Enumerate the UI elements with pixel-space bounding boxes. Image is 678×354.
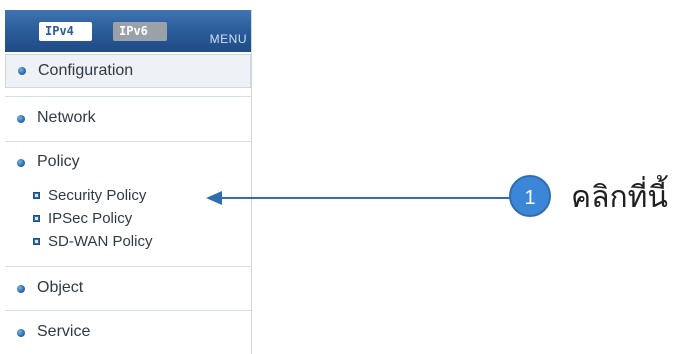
sidebar-item-label: Object [37, 279, 84, 296]
sidebar-item-service[interactable]: Service [5, 322, 251, 348]
sidebar-item-configuration[interactable]: Configuration [5, 54, 251, 88]
sidebar-item-object[interactable]: Object [5, 278, 251, 304]
callout-instruction-text: คลิกที่นี้ [571, 180, 668, 215]
step-number-badge: 1 [509, 175, 551, 217]
divider [5, 96, 251, 97]
bullet-icon [17, 329, 25, 337]
sidebar-item-label: Service [37, 323, 91, 340]
divider [5, 310, 251, 311]
tab-ipv6[interactable]: IPv6 [113, 22, 167, 41]
submenu-item-label: IPSec Policy [48, 210, 133, 227]
sidebar-item-network[interactable]: Network [5, 108, 251, 134]
submenu-item-label: Security Policy [48, 187, 147, 204]
bullet-icon [18, 67, 26, 75]
square-bullet-icon [33, 192, 40, 199]
bullet-icon [17, 159, 25, 167]
sidebar-item-label: Network [37, 109, 96, 126]
bullet-icon [17, 115, 25, 123]
bullet-icon [17, 285, 25, 293]
sidebar-header: IPv4 IPv6 MENU [5, 10, 251, 52]
square-bullet-icon [33, 238, 40, 245]
callout-arrow-line [220, 197, 518, 199]
submenu-item-label: SD-WAN Policy [48, 233, 153, 250]
square-bullet-icon [33, 215, 40, 222]
sidebar-item-label: Policy [37, 153, 80, 170]
sidebar-item-policy[interactable]: Policy [5, 152, 251, 178]
arrow-left-icon [206, 191, 222, 205]
menu-label: MENU [209, 32, 247, 46]
divider [5, 141, 251, 142]
sidebar-item-label: Configuration [38, 62, 134, 79]
divider [5, 266, 251, 267]
sidebar-menu: IPv4 IPv6 MENU Configuration Network Pol… [5, 10, 252, 354]
tab-ipv4[interactable]: IPv4 [39, 22, 92, 41]
